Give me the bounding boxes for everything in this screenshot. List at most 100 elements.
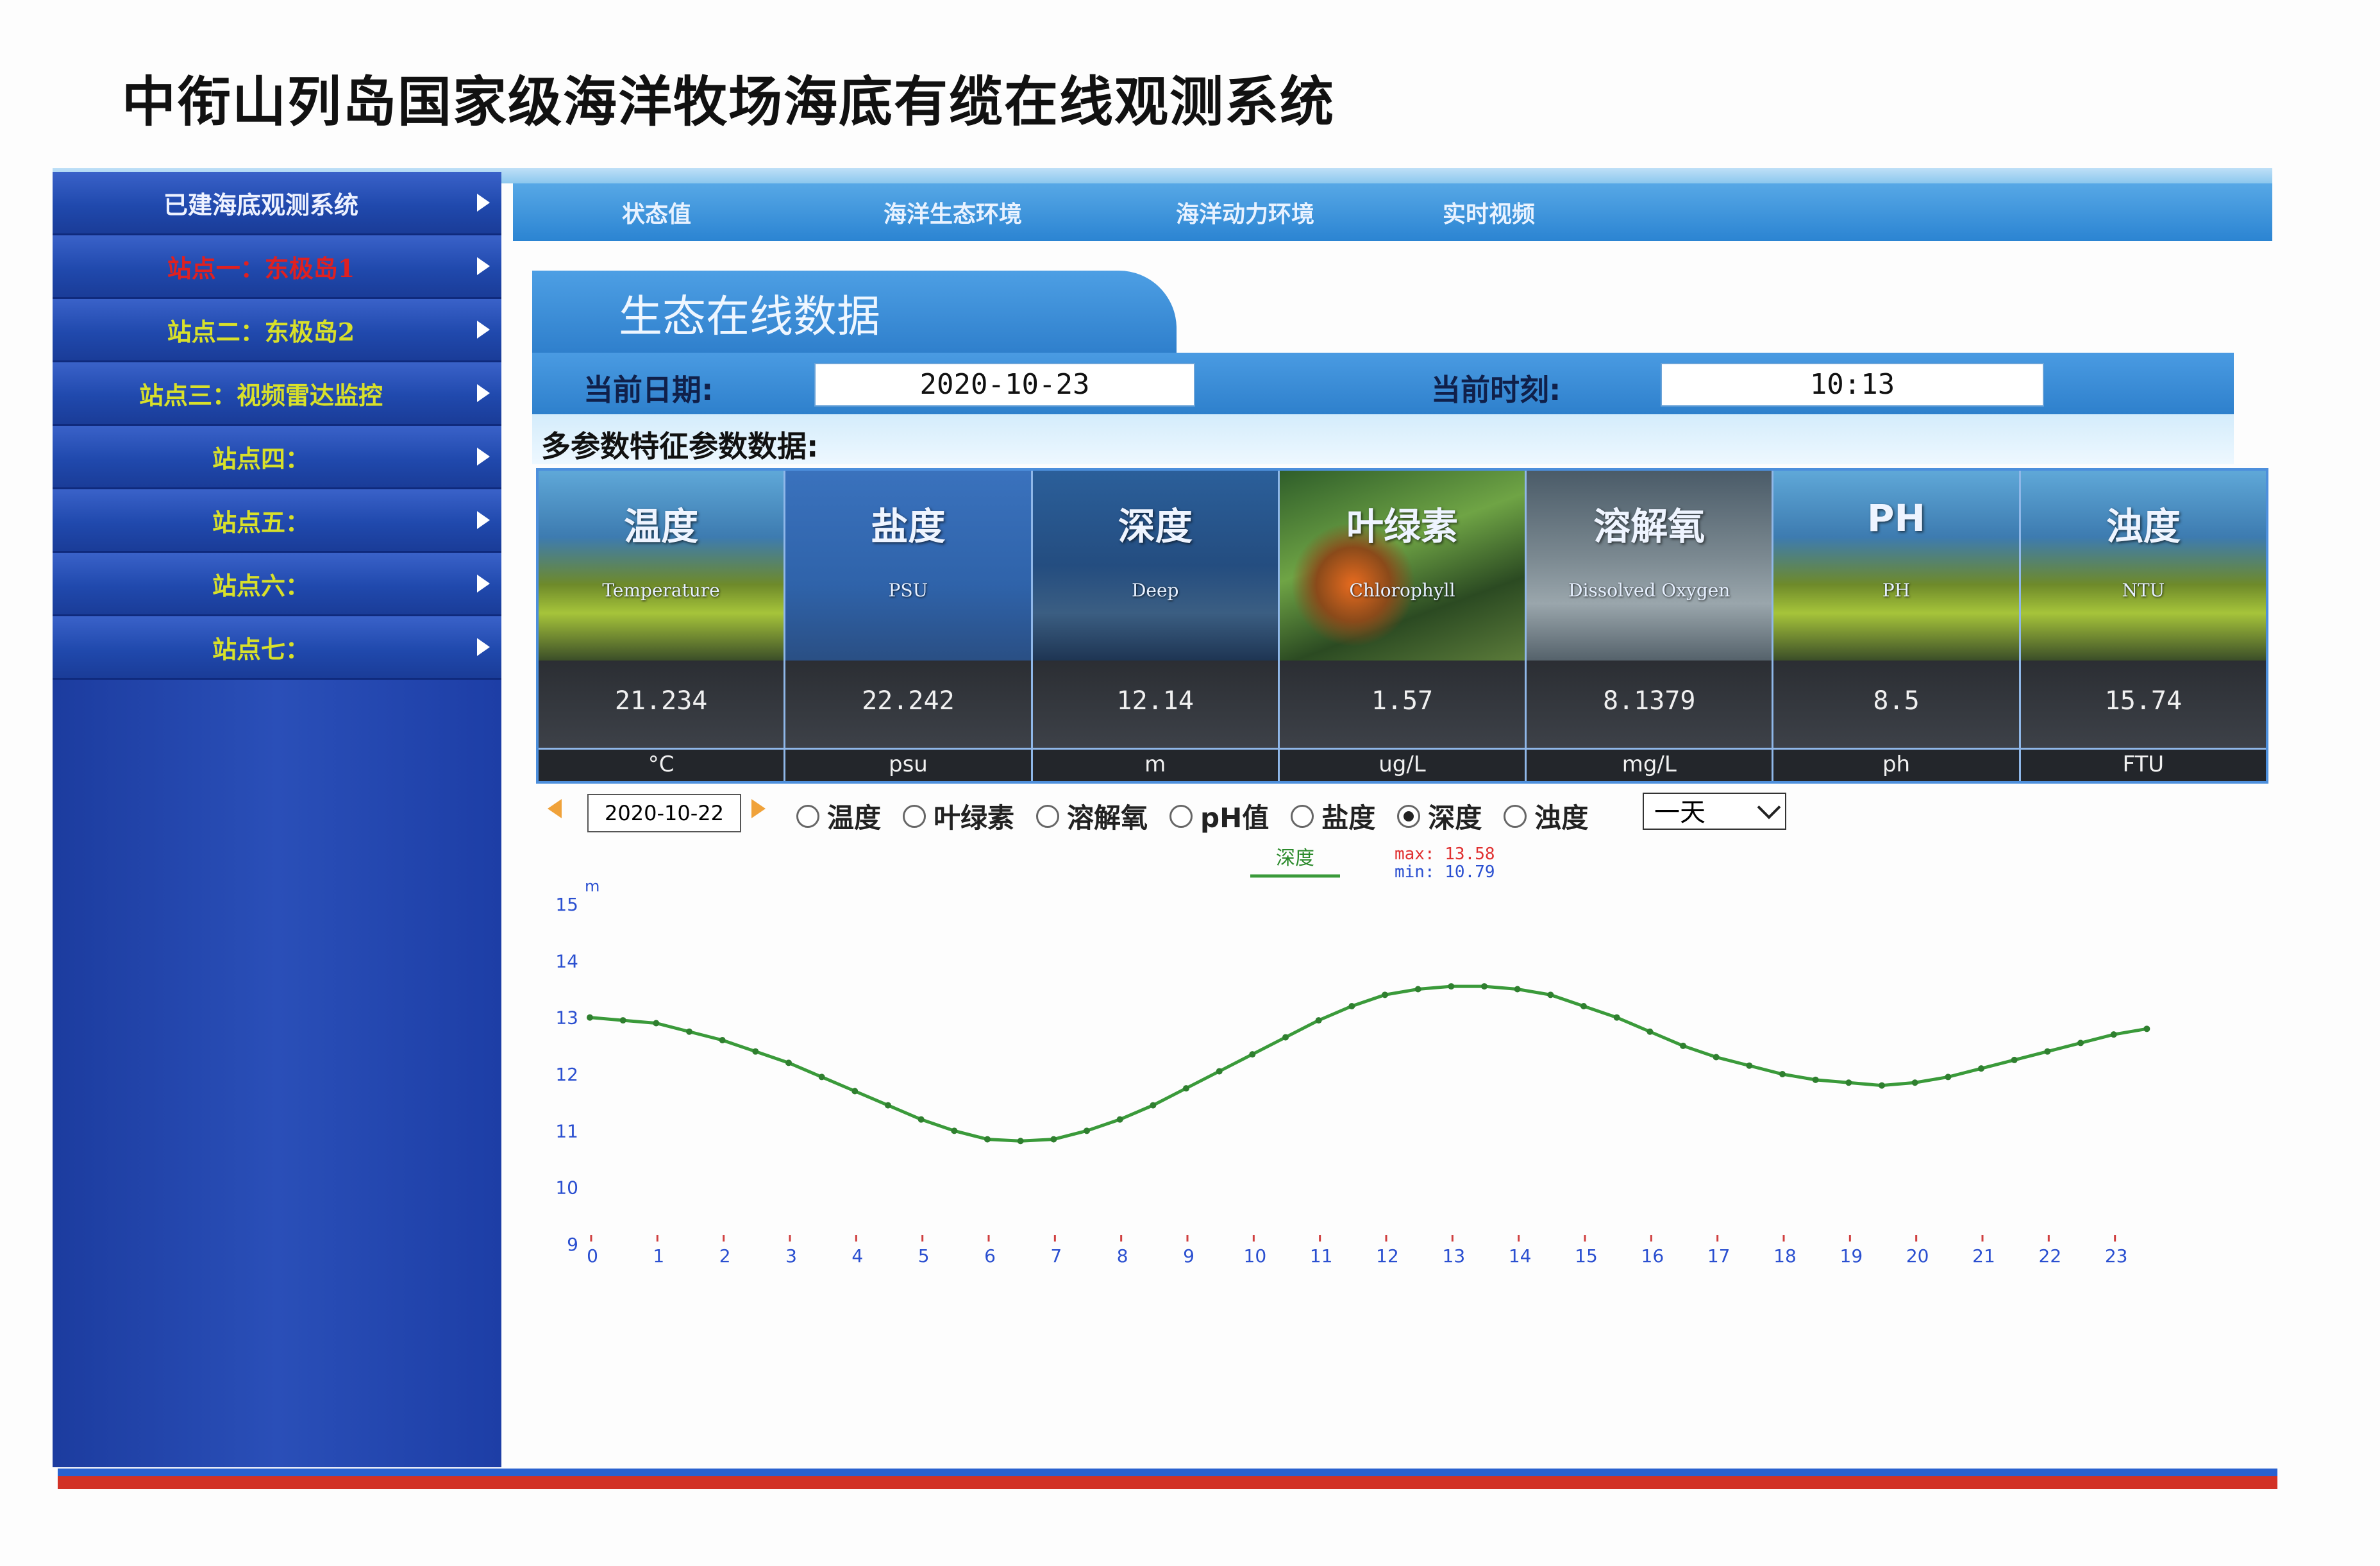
depth-data-point xyxy=(1845,1079,1852,1086)
chevron-right-icon xyxy=(477,575,490,593)
depth-data-point xyxy=(2044,1048,2051,1055)
sidebar-item-0[interactable]: 已建海底观测系统 xyxy=(53,172,501,235)
x-tick-label: 3 xyxy=(785,1245,797,1267)
depth-data-point xyxy=(1812,1076,1819,1083)
page-title: 中衔山列岛国家级海洋牧场海底有缆在线观测系统 xyxy=(122,70,1336,133)
chevron-right-icon xyxy=(477,448,490,466)
depth-data-point xyxy=(918,1116,925,1123)
x-tick-label: 7 xyxy=(1050,1245,1062,1267)
param-value: 8.5 xyxy=(1873,686,1920,716)
date-time-row: 当前日期: 2020-10-23 当前时刻: 10:13 xyxy=(532,353,2234,414)
radio-circle[interactable] xyxy=(796,804,819,828)
sidebar-item-label: 已建海底观测系统 xyxy=(163,190,358,219)
tab-2[interactable]: 海洋动力环境 xyxy=(1176,196,1314,229)
param-card: 盐度 PSU 22.242 psu xyxy=(785,471,1033,781)
depth-data-point xyxy=(818,1073,825,1081)
radio-label: 温度 xyxy=(827,802,882,834)
depth-data-point xyxy=(1050,1136,1057,1143)
sidebar-item-label: 站点七： xyxy=(212,634,310,664)
radio-circle[interactable] xyxy=(1169,804,1193,828)
param-value: 15.74 xyxy=(2104,686,2183,716)
chevron-down-icon xyxy=(1757,795,1781,820)
y-tick-label: 12 xyxy=(555,1064,578,1085)
sidebar-item-label: 站点二：东极岛2 xyxy=(167,317,355,346)
param-en-name: Deep xyxy=(1131,580,1179,601)
sidebar-item-1[interactable]: 站点一：东极岛1 xyxy=(53,235,501,299)
depth-data-point xyxy=(1613,1014,1620,1021)
sidebar-item-5[interactable]: 站点五： xyxy=(53,489,501,553)
radio-circle[interactable] xyxy=(1397,804,1421,828)
radio-label: 叶绿素 xyxy=(934,802,1015,834)
chevron-right-icon xyxy=(477,638,490,656)
sidebar: 已建海底观测系统 站点一：东极岛1 站点二：东极岛2 站点三：视频雷达监控站点四： 站点… xyxy=(53,172,501,1467)
x-tick-label: 5 xyxy=(918,1245,930,1267)
current-date-label: 当前日期: xyxy=(583,373,714,407)
depth-data-point xyxy=(984,1136,991,1143)
tab-0[interactable]: 状态值 xyxy=(622,196,691,229)
y-tick-label: 9 xyxy=(567,1234,578,1255)
param-value: 12.14 xyxy=(1116,686,1194,716)
x-tick-label: 11 xyxy=(1310,1245,1333,1267)
tab-1[interactable]: 海洋生态环境 xyxy=(884,196,1022,229)
y-tick-label: 10 xyxy=(555,1177,578,1199)
radio-option[interactable]: 溶解氧 xyxy=(1036,796,1148,836)
depth-chart: 深度 max: 13.58min: 10.79m91011121314150 1 2 3… xyxy=(555,845,2150,1267)
sidebar-item-2[interactable]: 站点二：东极岛2 xyxy=(53,299,501,362)
depth-data-point xyxy=(1216,1068,1223,1075)
radio-option[interactable]: 深度 xyxy=(1397,796,1482,836)
radio-option[interactable]: pH值 xyxy=(1169,796,1269,836)
depth-data-point xyxy=(1647,1028,1654,1035)
radio-circle[interactable] xyxy=(1504,804,1527,828)
x-tick-label: 19 xyxy=(1840,1245,1863,1267)
sidebar-item-6[interactable]: 站点六： xyxy=(53,553,501,616)
param-name: PH xyxy=(1867,496,1926,540)
depth-data-point xyxy=(885,1102,891,1109)
depth-data-point xyxy=(686,1028,692,1035)
radio-option[interactable]: 浊度 xyxy=(1504,796,1588,836)
chevron-right-icon xyxy=(477,321,490,339)
current-time-value: 10:13 xyxy=(1661,363,2044,407)
depth-data-point xyxy=(1382,991,1388,998)
x-tick-label: 17 xyxy=(1707,1245,1731,1267)
radio-circle[interactable] xyxy=(1291,804,1314,828)
section-title: 生态在线数据 xyxy=(619,292,881,342)
sidebar-item-label: 站点三：视频雷达监控 xyxy=(138,380,383,410)
chart-date-input[interactable]: 2020-10-22 xyxy=(587,794,741,832)
parameter-cards: 温度 Temperature 21.234 °C 盐度 PSU 22.242 psu 深度 Dee… xyxy=(536,468,2268,784)
depth-data-point xyxy=(1547,991,1554,998)
param-unit: ug/L xyxy=(1379,752,1426,777)
x-tick-label: 14 xyxy=(1509,1245,1532,1267)
depth-data-point xyxy=(1779,1071,1786,1077)
sidebar-item-label: 站点五： xyxy=(212,507,310,537)
x-tick-label: 12 xyxy=(1376,1245,1399,1267)
tab-3[interactable]: 实时视频 xyxy=(1443,196,1535,229)
param-name: 温度 xyxy=(624,505,699,548)
radio-option[interactable]: 叶绿素 xyxy=(903,796,1014,836)
depth-data-point xyxy=(1945,1073,1952,1081)
radio-circle[interactable] xyxy=(903,804,926,828)
radio-circle[interactable] xyxy=(1036,804,1060,828)
x-tick-label: 9 xyxy=(1183,1245,1194,1267)
sidebar-item-4[interactable]: 站点四： xyxy=(53,426,501,489)
radio-option[interactable]: 盐度 xyxy=(1291,796,1375,836)
param-unit: ph xyxy=(1882,752,1911,777)
depth-data-point xyxy=(587,1014,593,1021)
sidebar-item-3[interactable]: 站点三：视频雷达监控 xyxy=(53,362,501,426)
x-tick-label: 10 xyxy=(1244,1245,1267,1267)
radio-option[interactable]: 温度 xyxy=(796,796,881,836)
sidebar-item-7[interactable]: 站点七： xyxy=(53,616,501,680)
depth-data-point xyxy=(2011,1056,2018,1063)
min-label: min: 10.79 xyxy=(1395,863,1495,882)
param-unit: m xyxy=(1144,752,1166,777)
depth-series-line xyxy=(589,984,2147,1143)
next-day-icon[interactable] xyxy=(751,799,766,818)
depth-data-point xyxy=(1084,1127,1090,1134)
x-tick-label: 0 xyxy=(587,1245,598,1267)
prev-day-icon[interactable] xyxy=(548,799,562,818)
param-name: 溶解氧 xyxy=(1593,505,1705,548)
sidebar-item-label: 站点一：东极岛1 xyxy=(167,253,355,283)
param-unit: psu xyxy=(888,752,928,777)
range-select[interactable]: 一天 xyxy=(1643,793,1786,830)
param-unit: FTU xyxy=(2122,752,2165,777)
depth-data-point xyxy=(1514,986,1521,993)
